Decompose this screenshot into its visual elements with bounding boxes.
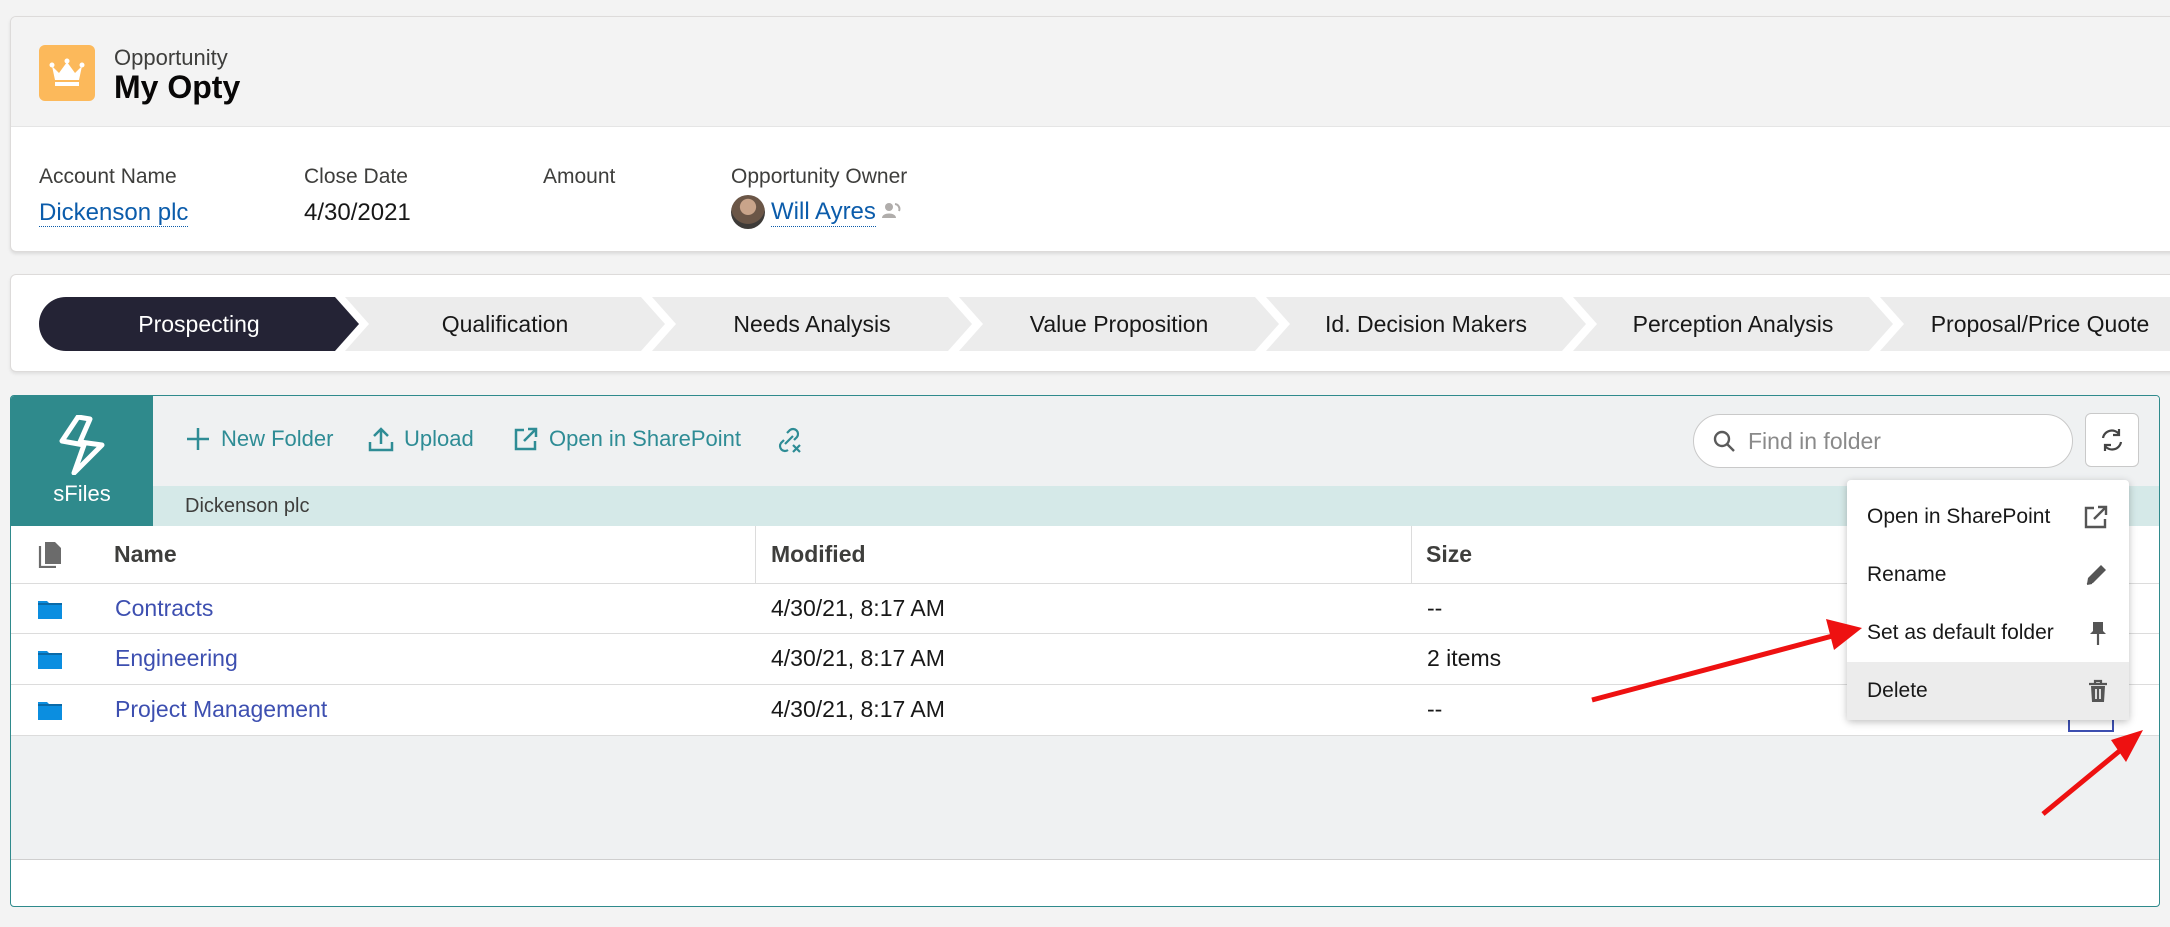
new-folder-button[interactable]: New Folder	[185, 426, 333, 452]
path-stage-proposal-price-quote[interactable]: Proposal/Price Quote	[1880, 297, 2170, 351]
modified-cell: 4/30/21, 8:17 AM	[771, 696, 945, 722]
path-stage-perception-analysis[interactable]: Perception Analysis	[1573, 297, 1893, 351]
sfiles-toolbar: New Folder Upload Open in SharePoint	[153, 396, 2159, 486]
table-row[interactable]: Contracts 4/30/21, 8:17 AM --	[11, 584, 2159, 634]
menu-item-rename[interactable]: Rename	[1847, 546, 2129, 604]
size-cell: --	[1427, 696, 1443, 722]
account-name-label: Account Name	[39, 165, 177, 188]
select-all-files-icon[interactable]	[37, 540, 63, 573]
pin-icon	[2090, 622, 2106, 645]
owner-label: Opportunity Owner	[731, 165, 908, 188]
sfiles-empty-area	[11, 736, 2159, 860]
column-divider[interactable]	[755, 526, 756, 584]
path-stage-prospecting[interactable]: Prospecting	[39, 297, 359, 351]
path-stage-value-proposition[interactable]: Value Proposition	[959, 297, 1279, 351]
path-stage-needs-analysis[interactable]: Needs Analysis	[652, 297, 972, 351]
external-link-icon	[2084, 505, 2108, 529]
folder-icon	[37, 699, 63, 726]
row-actions-menu: Open in SharePoint Rename Set as default…	[1847, 480, 2129, 720]
plus-icon	[187, 428, 209, 450]
refresh-button[interactable]	[2085, 413, 2139, 467]
find-in-folder-search[interactable]	[1693, 414, 2073, 468]
file-name-link[interactable]: Engineering	[115, 645, 238, 672]
size-column-header[interactable]: Size	[1426, 541, 1472, 568]
menu-item-label: Rename	[1867, 563, 1947, 586]
sfiles-component: sFiles New Folder Upload Open in SharePo…	[10, 395, 2160, 907]
amount-field: Amount	[543, 165, 615, 189]
record-object-label: Opportunity	[114, 45, 228, 70]
close-date-label: Close Date	[304, 165, 408, 188]
open-in-sharepoint-label: Open in SharePoint	[549, 426, 742, 451]
find-in-folder-input[interactable]	[1748, 427, 2048, 455]
menu-item-label: Delete	[1867, 679, 1928, 702]
menu-item-label: Open in SharePoint	[1867, 505, 2051, 528]
amount-label: Amount	[543, 165, 616, 188]
menu-item-delete[interactable]: Delete	[1847, 662, 2129, 720]
account-name-field: Account Name Dickenson plc	[39, 165, 189, 227]
modified-cell: 4/30/21, 8:17 AM	[771, 645, 945, 671]
pencil-icon	[2086, 565, 2106, 585]
sfiles-logo-text: sFiles	[53, 481, 111, 506]
search-icon	[1713, 430, 1735, 452]
record-title-area: Opportunity My Opty	[11, 17, 2170, 127]
modified-cell: 4/30/21, 8:17 AM	[771, 595, 945, 621]
size-cell: 2 items	[1427, 645, 1502, 671]
table-row[interactable]: Project Management 4/30/21, 8:17 AM --	[11, 685, 2159, 736]
menu-item-label: Set as default folder	[1867, 621, 2054, 644]
sfiles-logo: sFiles	[11, 396, 153, 526]
close-date-value: 4/30/2021	[304, 199, 411, 226]
table-row[interactable]: Engineering 4/30/21, 8:17 AM 2 items	[11, 634, 2159, 685]
sales-path: Prospecting Qualification Needs Analysis…	[10, 274, 2170, 372]
open-in-sharepoint-button[interactable]: Open in SharePoint	[513, 426, 741, 452]
column-divider[interactable]	[1411, 526, 1412, 584]
close-date-field: Close Date 4/30/2021	[304, 165, 411, 227]
size-cell: --	[1427, 595, 1443, 621]
menu-item-open-in-sharepoint[interactable]: Open in SharePoint	[1847, 488, 2129, 546]
table-header-row: Name Modified Size	[11, 526, 2159, 584]
folder-icon	[37, 598, 63, 625]
menu-item-set-default-folder[interactable]: Set as default folder	[1847, 604, 2129, 662]
name-column-header[interactable]: Name	[114, 541, 177, 568]
owner-avatar[interactable]	[731, 195, 765, 229]
modified-column-header[interactable]: Modified	[771, 541, 866, 568]
upload-label: Upload	[404, 426, 474, 451]
path-stage-qualification[interactable]: Qualification	[345, 297, 665, 351]
account-name-link[interactable]: Dickenson plc	[39, 199, 189, 227]
new-folder-label: New Folder	[221, 426, 334, 451]
upload-icon	[368, 427, 394, 452]
unlink-button[interactable]	[775, 426, 813, 454]
unlink-icon	[778, 427, 801, 453]
file-name-link[interactable]: Project Management	[115, 696, 327, 723]
record-name: My Opty	[114, 69, 241, 105]
owner-link[interactable]: Will Ayres	[771, 198, 876, 227]
change-owner-icon[interactable]	[880, 199, 902, 226]
record-header-card: Opportunity My Opty Account Name Dickens…	[10, 16, 2170, 252]
folder-icon	[37, 648, 63, 675]
external-link-icon	[514, 427, 538, 451]
refresh-icon	[2101, 429, 2123, 451]
sfiles-logo-icon	[59, 415, 105, 475]
highlights-panel: Account Name Dickenson plc Close Date 4/…	[11, 127, 2170, 251]
trash-icon	[2089, 679, 2107, 702]
opportunity-owner-field: Opportunity Owner Will Ayres	[731, 165, 907, 229]
path-stage-id-decision-makers[interactable]: Id. Decision Makers	[1266, 297, 1586, 351]
opportunity-crown-icon	[39, 45, 95, 101]
file-name-link[interactable]: Contracts	[115, 595, 213, 622]
upload-button[interactable]: Upload	[368, 426, 474, 452]
